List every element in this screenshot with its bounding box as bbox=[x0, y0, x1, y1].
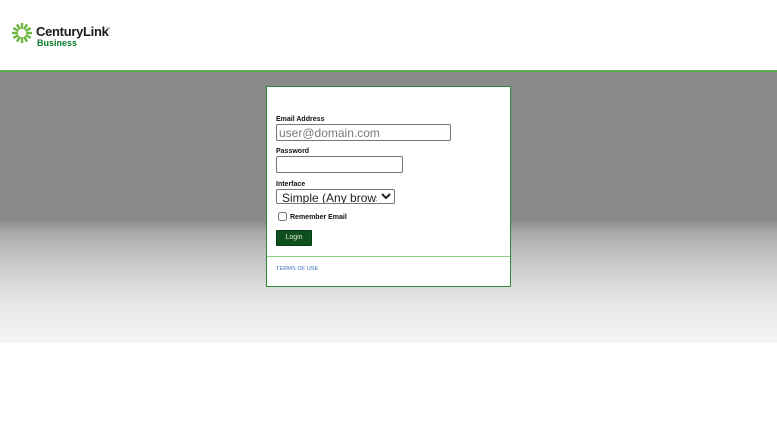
password-input[interactable] bbox=[276, 156, 403, 173]
login-panel: Email Address Password Interface Simple … bbox=[266, 86, 511, 287]
interface-select[interactable]: Simple (Any browser) bbox=[276, 189, 395, 204]
remember-email-checkbox[interactable] bbox=[278, 212, 287, 221]
page-header: CenturyLink ™ Business bbox=[0, 0, 777, 70]
login-form: Email Address Password Interface Simple … bbox=[267, 87, 510, 257]
interface-label: Interface bbox=[276, 181, 306, 188]
email-label: Email Address bbox=[276, 116, 325, 123]
centurylink-logo: CenturyLink ™ Business bbox=[11, 21, 121, 51]
terms-of-use-link[interactable]: TERMS OF USE bbox=[276, 266, 318, 272]
logo-subtitle: Business bbox=[37, 38, 78, 48]
password-label: Password bbox=[276, 148, 310, 155]
remember-email-label: Remember Email bbox=[290, 214, 347, 221]
centurylink-sunburst-icon bbox=[12, 23, 32, 43]
logo-brand-name: CenturyLink bbox=[36, 24, 109, 39]
panel-divider bbox=[267, 256, 510, 257]
email-input[interactable] bbox=[276, 124, 451, 141]
logo-trademark: ™ bbox=[106, 26, 110, 31]
login-button[interactable]: Login bbox=[276, 230, 312, 246]
